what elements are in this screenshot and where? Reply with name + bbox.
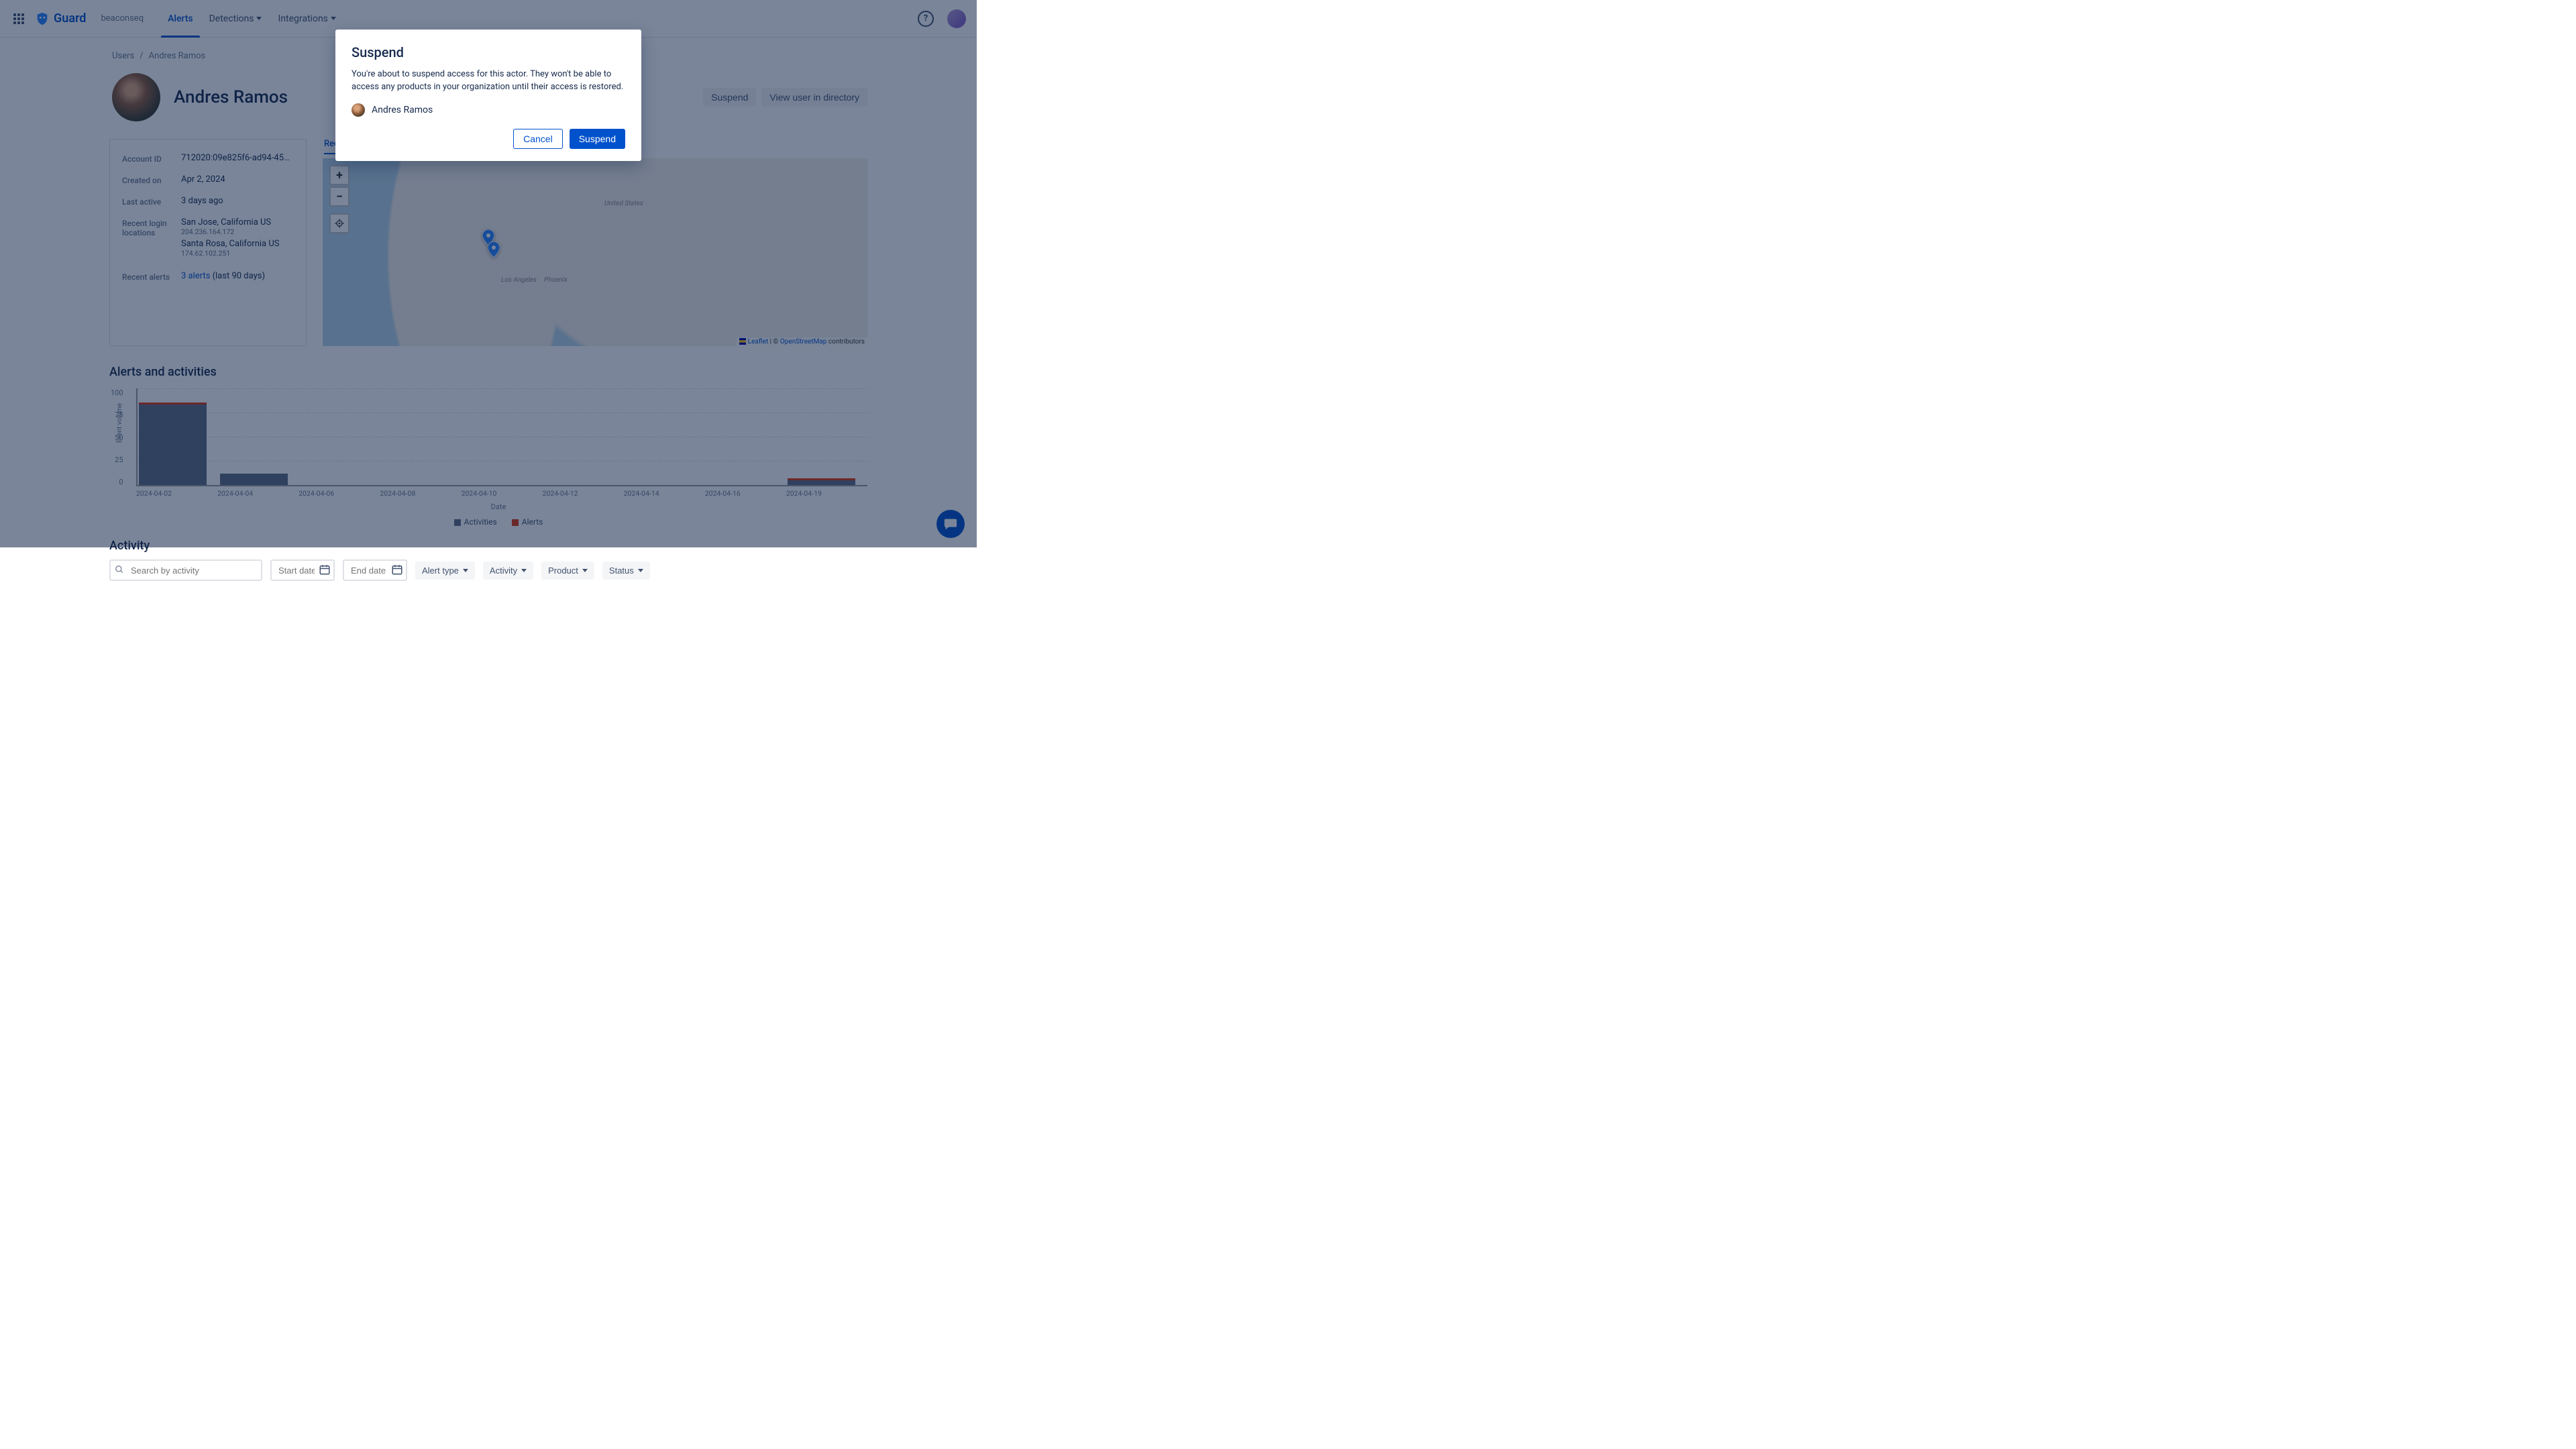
calendar-icon[interactable] — [319, 564, 331, 576]
start-date-wrap — [270, 559, 335, 581]
calendar-icon[interactable] — [391, 564, 403, 576]
modal-user-row: Andres Ramos — [352, 103, 625, 117]
filter-activity[interactable]: Activity — [483, 561, 533, 580]
search-activity-wrap — [109, 559, 262, 581]
chevron-down-icon — [582, 569, 588, 572]
filter-status[interactable]: Status — [602, 561, 650, 580]
filter-alert-type[interactable]: Alert type — [415, 561, 475, 580]
modal-user-avatar — [352, 103, 365, 117]
chevron-down-icon — [463, 569, 468, 572]
activity-filters: Alert type Activity Product Status — [109, 559, 867, 581]
confirm-suspend-button[interactable]: Suspend — [570, 129, 625, 149]
chevron-down-icon — [638, 569, 643, 572]
search-icon — [115, 565, 124, 574]
modal-body: You're about to suspend access for this … — [352, 68, 625, 94]
cancel-button[interactable]: Cancel — [513, 129, 563, 149]
end-date-wrap — [343, 559, 407, 581]
suspend-modal: Suspend You're about to suspend access f… — [335, 30, 641, 161]
modal-user-name: Andres Ramos — [372, 105, 433, 115]
filter-product[interactable]: Product — [541, 561, 594, 580]
search-activity-input[interactable] — [109, 559, 262, 581]
modal-title: Suspend — [352, 44, 625, 60]
chevron-down-icon — [521, 569, 527, 572]
